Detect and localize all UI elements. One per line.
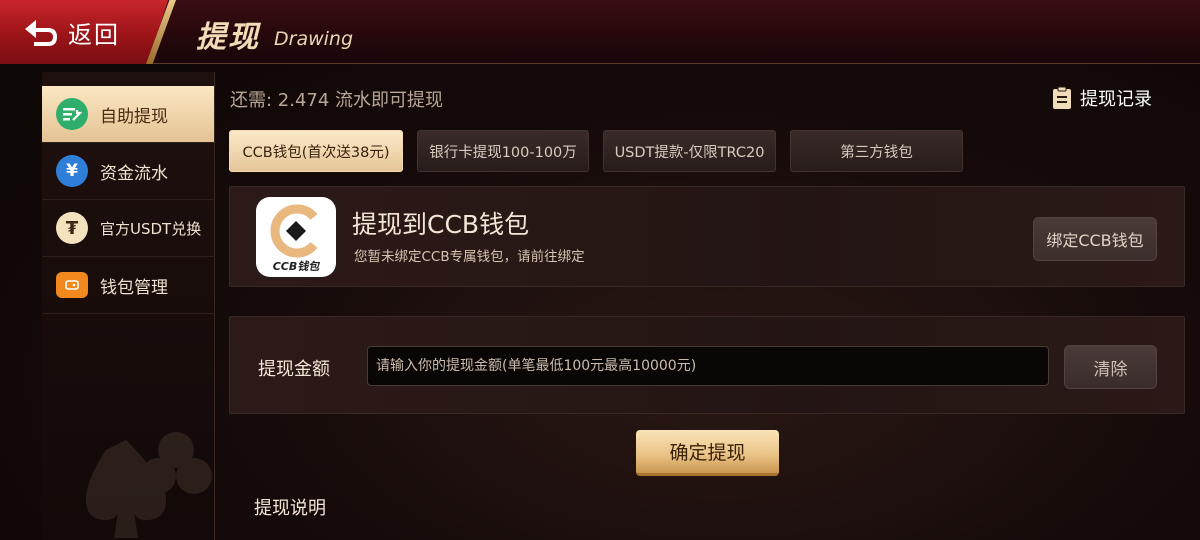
clear-button[interactable]: 清除 — [1064, 345, 1157, 389]
withdraw-arrow-icon — [56, 98, 88, 130]
back-arrow-icon — [25, 20, 57, 46]
card-suit-decoration-icon — [86, 432, 212, 538]
page-subtitle: Drawing — [274, 28, 354, 50]
amount-label: 提现金额 — [258, 359, 330, 380]
sidebar-item-label: 自助提现 — [100, 106, 168, 127]
sidebar-item-label: 资金流水 — [100, 163, 168, 184]
tab-ccb-wallet[interactable]: CCB钱包(首次送38元) — [229, 130, 403, 172]
amount-input[interactable] — [367, 346, 1049, 386]
sidebar-item-fund-flow[interactable]: ¥ 资金流水 — [42, 143, 214, 200]
withdraw-amount-card: 提现金额 清除 — [229, 316, 1185, 414]
confirm-withdraw-button[interactable]: 确定提现 — [636, 430, 779, 476]
ccb-logo-text: CCB钱包 — [272, 260, 320, 273]
sidebar-item-self-withdraw[interactable]: 自助提现 — [42, 86, 214, 143]
clipboard-icon — [1053, 86, 1071, 109]
tab-third-party-wallet[interactable]: 第三方钱包 — [790, 130, 963, 172]
usdt-coin-icon: ₮ — [56, 212, 88, 244]
withdraw-records-link[interactable]: 提现记录 — [1052, 85, 1152, 111]
ccb-logo-icon — [270, 204, 318, 258]
wallet-card-title: 提现到CCB钱包 — [352, 210, 530, 239]
top-bar: 返回 提现 Drawing — [0, 0, 1200, 64]
back-button[interactable]: 返回 — [0, 0, 168, 64]
wallet-card-subtitle: 您暂未绑定CCB专属钱包，请前往绑定 — [354, 249, 585, 265]
sidebar-item-usdt-exchange[interactable]: ₮ 官方USDT兑换 — [42, 200, 214, 257]
back-label: 返回 — [68, 20, 120, 49]
sidebar-item-label: 官方USDT兑换 — [100, 219, 202, 238]
page-title: 提现 — [196, 20, 260, 55]
turnover-notice: 还需: 2.474 流水即可提现 — [230, 90, 444, 111]
sidebar-item-wallet-management[interactable]: 钱包管理 — [42, 257, 214, 314]
withdraw-method-tabs: CCB钱包(首次送38元) 银行卡提现100-100万 USDT提款-仅限TRC… — [229, 130, 977, 172]
bind-ccb-wallet-button[interactable]: 绑定CCB钱包 — [1033, 217, 1157, 261]
ccb-wallet-logo: CCB钱包 — [256, 197, 336, 277]
yen-coin-icon: ¥ — [56, 155, 88, 187]
sidebar-item-label: 钱包管理 — [100, 277, 168, 298]
withdraw-records-label: 提现记录 — [1080, 89, 1152, 110]
withdraw-instructions-heading: 提现说明 — [254, 498, 326, 519]
ccb-wallet-card: CCB钱包 提现到CCB钱包 您暂未绑定CCB专属钱包，请前往绑定 绑定CCB钱… — [229, 186, 1185, 287]
tab-usdt[interactable]: USDT提款-仅限TRC20 — [603, 130, 776, 172]
tab-bank-card[interactable]: 银行卡提现100-100万 — [417, 130, 589, 172]
wallet-icon — [56, 272, 88, 298]
